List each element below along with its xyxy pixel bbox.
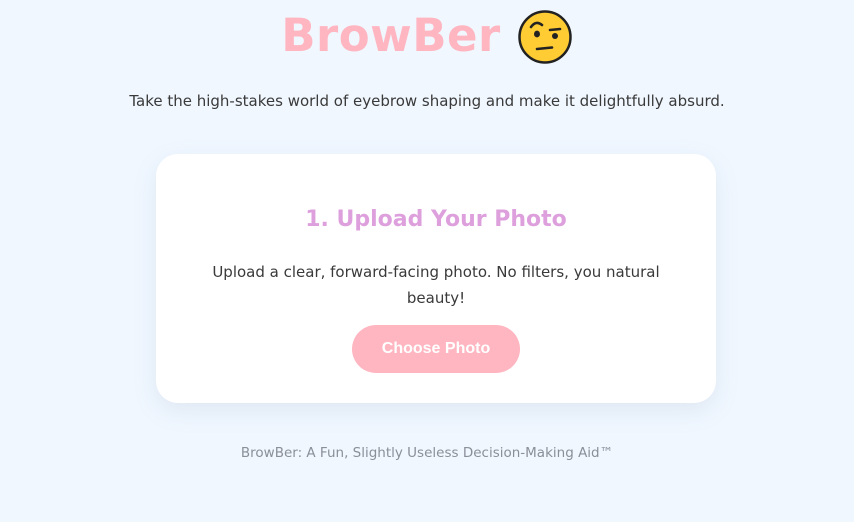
choose-photo-button[interactable]: Choose Photo <box>352 325 520 373</box>
footer-text: BrowBer: A Fun, Slightly Useless Decisio… <box>240 445 614 461</box>
app-title: BrowBer <box>281 9 501 62</box>
face-with-raised-eyebrow-icon <box>518 10 572 64</box>
upload-step-title: 1. Upload Your Photo <box>305 207 567 232</box>
tagline: Take the high-stakes world of eyebrow sh… <box>129 92 725 110</box>
page: BrowBer Take the high-stakes world of ey… <box>0 0 854 522</box>
upload-instructions: Upload a clear, forward-facing photo. No… <box>212 263 660 307</box>
header: BrowBer <box>0 6 854 66</box>
upload-card: 1. Upload Your Photo Upload a clear, for… <box>156 154 716 403</box>
